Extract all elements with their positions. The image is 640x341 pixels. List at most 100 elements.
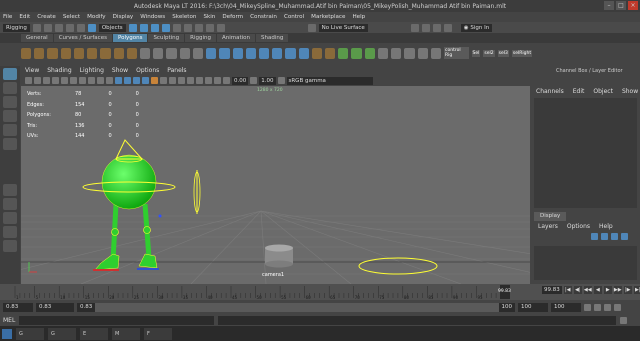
layer-up-icon[interactable] <box>591 233 598 240</box>
xray-icon[interactable] <box>205 77 212 84</box>
poly-platonic-icon[interactable] <box>113 47 124 59</box>
tab-channel-box[interactable]: Channel Box / Layer Editor <box>554 68 625 74</box>
close-icon[interactable]: × <box>628 1 638 10</box>
color-space-dropdown[interactable]: sRGB gamma <box>286 76 373 85</box>
extrude-icon[interactable] <box>206 47 217 59</box>
menu-channels[interactable]: Channels <box>536 88 564 95</box>
history-icon[interactable] <box>172 23 181 32</box>
gate-mask-icon[interactable] <box>88 77 95 84</box>
poly-pyramid-icon[interactable] <box>126 47 137 59</box>
menu-layer-help[interactable]: Help <box>599 223 613 230</box>
menu-help[interactable]: Help <box>352 14 365 20</box>
exposure-icon[interactable] <box>223 77 230 84</box>
script-editor-icon[interactable] <box>620 316 628 324</box>
target-weld-icon[interactable] <box>325 47 336 59</box>
auto-key-icon[interactable] <box>604 303 611 311</box>
safe-action-icon[interactable] <box>106 77 113 84</box>
insert-edge-loop-icon[interactable] <box>285 47 296 59</box>
layer-list[interactable] <box>534 246 637 280</box>
menu-display[interactable]: Display <box>113 14 134 20</box>
tab-polygons[interactable]: Polygons <box>112 34 148 42</box>
panel-menu-show[interactable]: Show <box>112 67 128 74</box>
menu-cb-edit[interactable]: Edit <box>573 88 585 95</box>
new-scene-icon[interactable] <box>32 23 41 32</box>
live-surface-field[interactable]: No Live Surface <box>318 23 368 32</box>
boolean-icon[interactable] <box>192 47 204 59</box>
mirror-icon[interactable] <box>430 47 441 59</box>
playback-start-field[interactable]: 0.83 <box>36 302 74 312</box>
redo-icon[interactable] <box>76 23 85 32</box>
mode-dropdown[interactable]: Rigging <box>3 23 30 32</box>
menu-create[interactable]: Create <box>37 14 56 20</box>
menu-marketplace[interactable]: Marketplace <box>311 14 345 20</box>
save-scene-icon[interactable] <box>54 23 63 32</box>
undo-icon[interactable] <box>65 23 74 32</box>
taskbar-item[interactable]: G <box>16 327 44 340</box>
multi-cut-icon[interactable] <box>272 47 283 59</box>
outliner-icon[interactable] <box>3 240 17 252</box>
menu-file[interactable]: File <box>3 14 12 20</box>
taskbar-item[interactable]: E <box>80 327 108 340</box>
wireframe-on-shaded-icon[interactable] <box>133 77 140 84</box>
smooth-shade-icon[interactable] <box>124 77 131 84</box>
taskbar-item[interactable]: F <box>144 327 172 340</box>
bevel-icon[interactable] <box>232 47 243 59</box>
gamma-field[interactable]: 1.00 <box>259 76 276 85</box>
merge-icon[interactable] <box>311 47 323 59</box>
tab-general[interactable]: General <box>21 34 53 42</box>
open-scene-icon[interactable] <box>43 23 52 32</box>
isolate-select-icon[interactable] <box>196 77 203 84</box>
rotate-tool-icon[interactable] <box>3 124 17 136</box>
snap-grid-icon[interactable] <box>128 23 137 32</box>
go-to-end-icon[interactable]: ▶| <box>633 286 640 294</box>
paint-select-icon[interactable] <box>3 96 17 108</box>
tool-settings-icon[interactable] <box>443 23 452 32</box>
field-chart-icon[interactable] <box>97 77 104 84</box>
range-slider-end[interactable]: 100 <box>498 302 515 312</box>
panel-layout-icon[interactable] <box>421 23 430 32</box>
poly-torus-icon[interactable] <box>73 47 85 59</box>
menu-constrain[interactable]: Constrain <box>250 14 277 20</box>
current-time-field[interactable]: 99.83 <box>542 286 562 294</box>
four-view-layout-icon[interactable] <box>3 212 17 224</box>
snap-curve-icon[interactable] <box>139 23 148 32</box>
poly-disc-icon[interactable] <box>100 47 111 59</box>
menu-cb-show[interactable]: Show <box>622 88 638 95</box>
ambient-occlusion-icon[interactable] <box>169 77 176 84</box>
anim-prefs-icon[interactable] <box>614 303 621 311</box>
snap-surface-icon[interactable] <box>161 23 170 32</box>
offset-edge-loop-icon[interactable] <box>298 47 309 59</box>
poly-cube-icon[interactable] <box>34 47 45 59</box>
shelf-sel2[interactable]: sel2 <box>483 49 495 57</box>
menu-windows[interactable]: Windows <box>140 14 165 20</box>
color-management-icon[interactable] <box>277 77 285 84</box>
character-set-icon[interactable] <box>584 303 591 311</box>
poly-cone-icon[interactable] <box>60 47 71 59</box>
command-input[interactable] <box>19 315 215 325</box>
range-slider-bar[interactable]: 0.83 100 <box>77 302 515 312</box>
separate-icon[interactable] <box>153 47 164 59</box>
tab-sculpting[interactable]: Sculpting <box>148 34 185 42</box>
exposure-field[interactable]: 0.00 <box>232 76 249 85</box>
menu-edit[interactable]: Edit <box>19 14 30 20</box>
gamma-icon[interactable] <box>250 77 258 84</box>
layer-down-icon[interactable] <box>601 233 608 240</box>
shelf-control-rig[interactable]: control Rig <box>444 47 469 59</box>
channel-list[interactable] <box>534 98 637 208</box>
symmetry-icon[interactable] <box>410 23 419 32</box>
xray-joints-icon[interactable] <box>214 77 221 84</box>
command-language-label[interactable]: MEL <box>3 317 15 324</box>
select-tool-icon[interactable] <box>3 68 17 80</box>
persp-outliner-layout-icon[interactable] <box>3 226 17 238</box>
taskbar-item[interactable]: G <box>48 327 76 340</box>
range-slider-start[interactable]: 0.83 <box>77 302 96 312</box>
extract-icon[interactable] <box>166 47 177 59</box>
shelf-sel[interactable]: Sel <box>471 49 481 57</box>
single-perspective-layout-icon[interactable] <box>3 198 17 210</box>
hypershade-icon[interactable] <box>216 23 225 32</box>
tab-curves-surfaces[interactable]: Curves / Surfaces <box>53 34 112 42</box>
start-button[interactable] <box>2 328 12 339</box>
play-backwards-icon[interactable]: ◀ <box>593 286 602 294</box>
last-tool-icon[interactable] <box>3 184 17 196</box>
perspective-viewport[interactable]: camera1 Verts: 78 0 0 Edges: 154 0 0 Polygons:… <box>21 86 530 284</box>
